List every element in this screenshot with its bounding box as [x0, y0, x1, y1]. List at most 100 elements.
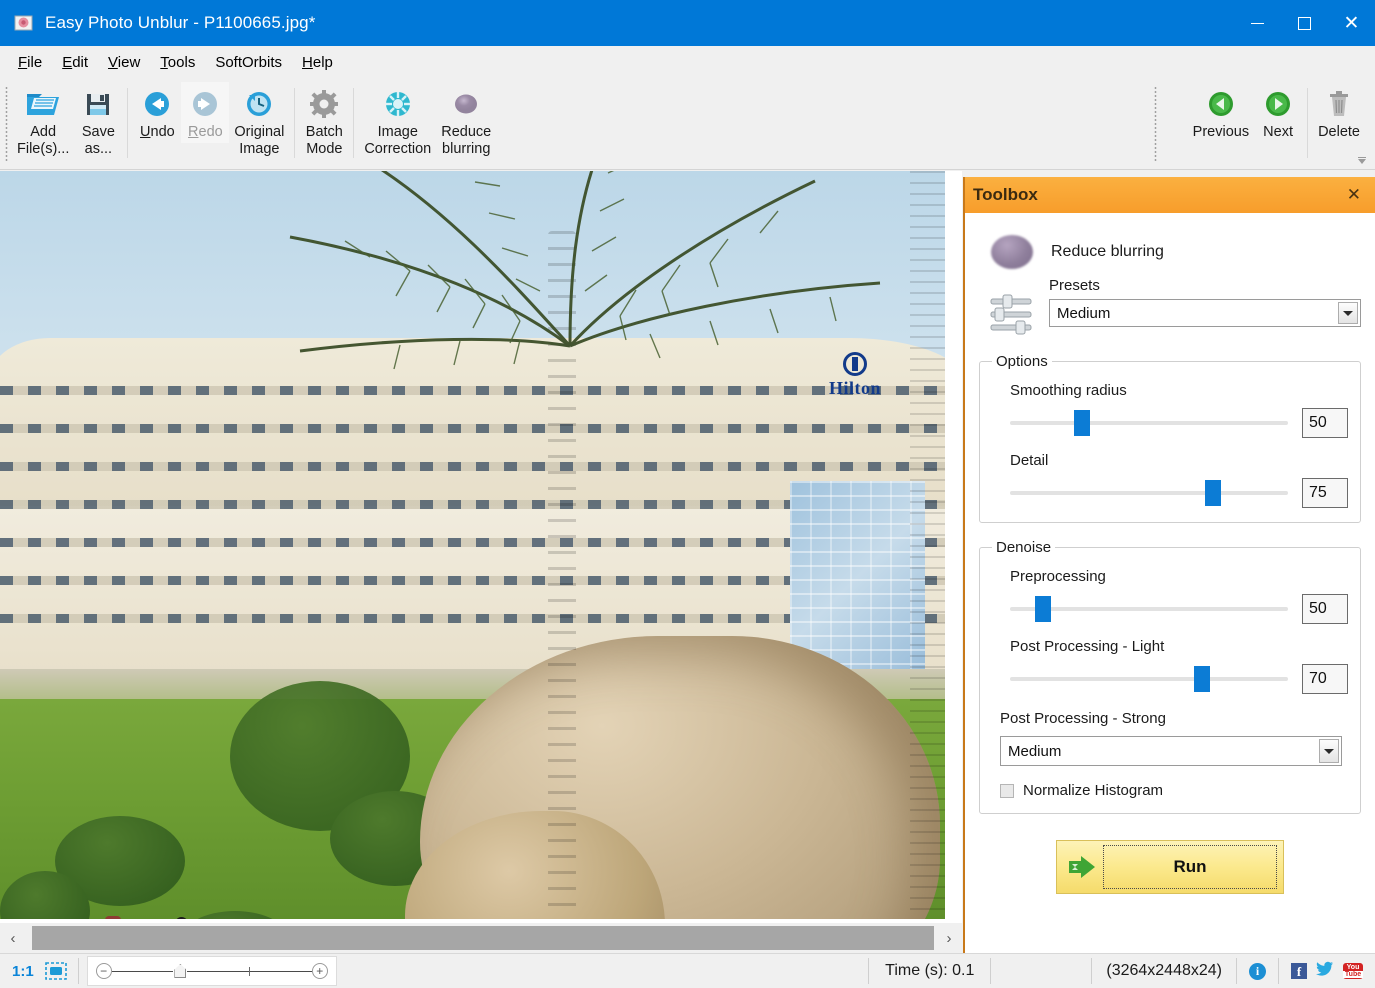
slider-thumb[interactable]: [1193, 666, 1210, 692]
previous-button[interactable]: Previous: [1188, 82, 1254, 143]
normalize-histogram-checkbox[interactable]: [1000, 783, 1014, 798]
toolbox-header: Toolbox ✕: [965, 177, 1375, 213]
slider-thumb[interactable]: [1204, 480, 1221, 506]
scroll-right-arrow[interactable]: ›: [936, 923, 962, 953]
post-light-slider[interactable]: [1010, 666, 1288, 692]
menu-softorbits[interactable]: SoftOrbits: [205, 50, 292, 75]
youtube-icon[interactable]: You Tube: [1342, 963, 1364, 979]
image-canvas[interactable]: Hilton: [0, 171, 962, 923]
status-empty-cell: [991, 954, 1091, 988]
photo-image: Hilton: [0, 171, 945, 919]
zoom-out-button[interactable]: −: [95, 963, 112, 979]
facebook-icon[interactable]: f: [1291, 963, 1307, 979]
smoothing-radius-slider[interactable]: [1010, 410, 1288, 436]
scroll-left-arrow[interactable]: ‹: [0, 923, 26, 953]
preprocessing-label: Preprocessing: [1010, 568, 1106, 585]
sliders-icon: [987, 291, 1037, 339]
smoothing-radius-block: Smoothing radius 50: [1010, 382, 1348, 438]
chevron-down-icon[interactable]: [1338, 302, 1358, 324]
scroll-thumb[interactable]: [32, 926, 934, 950]
post-strong-select[interactable]: Medium: [1000, 736, 1342, 766]
info-button[interactable]: i: [1237, 954, 1278, 988]
photo-wooden-pole: [910, 171, 945, 919]
scroll-track[interactable]: [26, 923, 936, 953]
save-as-button[interactable]: Save as...: [74, 82, 122, 160]
delete-button[interactable]: Delete: [1313, 82, 1365, 143]
run-button[interactable]: Run: [1056, 840, 1284, 894]
menu-help-rest: elp: [312, 53, 333, 71]
previous-label: Previous: [1192, 124, 1250, 140]
main-toolbar: Add File(s)... Save as... Undo Redo Orig…: [0, 78, 1375, 170]
maximize-button[interactable]: [1281, 0, 1328, 46]
slider-thumb[interactable]: [1035, 596, 1052, 622]
post-strong-value: Medium: [1008, 742, 1062, 760]
undo-label: Undo: [140, 124, 175, 140]
undo-button[interactable]: Undo: [133, 82, 181, 143]
detail-value[interactable]: 75: [1302, 478, 1348, 508]
preprocessing-slider[interactable]: [1010, 596, 1288, 622]
twitter-icon[interactable]: [1316, 961, 1334, 982]
canvas-horizontal-scrollbar[interactable]: ‹ ›: [0, 923, 962, 953]
original-image-button[interactable]: Original Image: [229, 82, 289, 160]
menu-tools[interactable]: Tools: [150, 50, 205, 75]
zoom-slider-control[interactable]: − +: [86, 956, 337, 986]
reduce-blurring-button[interactable]: Reduce blurring: [436, 82, 496, 160]
toolbox-title: Toolbox: [973, 185, 1038, 204]
window-controls: ✕: [1234, 0, 1375, 46]
close-button[interactable]: ✕: [1328, 0, 1375, 46]
youtube-bottom-text: Tube: [1342, 971, 1364, 978]
presets-select[interactable]: Medium: [1049, 299, 1361, 327]
redo-arrow-icon: [189, 86, 221, 122]
slider-track: [1010, 421, 1288, 425]
toolbar-overflow-icon[interactable]: [1355, 154, 1369, 166]
image-dimensions-label: (3264x2448x24): [1106, 962, 1222, 979]
smoothing-radius-row: 50: [1010, 408, 1348, 438]
presets-column: Presets Medium: [1049, 277, 1361, 327]
zoom-track-mid-a: [187, 970, 250, 972]
window-title: Easy Photo Unblur - P1100665.jpg*: [45, 13, 316, 32]
redo-label: Redo: [188, 124, 223, 140]
toolbox-body: Reduce blurring Presets Medium Options S…: [965, 213, 1375, 953]
run-label: Run: [1173, 857, 1207, 876]
toolbox-panel: Toolbox ✕ Reduce blurring Presets Medium…: [963, 177, 1375, 953]
batch-mode-button[interactable]: Batch Mode: [300, 82, 348, 160]
menu-help[interactable]: Help: [292, 50, 343, 75]
preprocessing-value[interactable]: 50: [1302, 594, 1348, 624]
next-button[interactable]: Next: [1254, 82, 1302, 143]
add-files-button[interactable]: Add File(s)...: [12, 82, 74, 160]
redo-button[interactable]: Redo: [181, 82, 230, 143]
menu-edit-rest: dit: [72, 53, 89, 71]
menu-view[interactable]: View: [98, 50, 150, 75]
zoom-in-button[interactable]: +: [311, 963, 328, 979]
app-photo-icon: [14, 13, 34, 33]
post-light-block: Post Processing - Light 70: [1010, 638, 1348, 694]
toolbar-grip-right[interactable]: [1154, 86, 1157, 162]
menu-view-rest: iew: [117, 53, 141, 71]
menu-edit[interactable]: Edit: [52, 50, 98, 75]
options-group: Options Smoothing radius 50 Detail 75: [979, 353, 1361, 523]
post-light-value[interactable]: 70: [1302, 664, 1348, 694]
presets-row: Presets Medium: [987, 277, 1361, 339]
reduce-blurring-label: Reduce blurring: [441, 124, 492, 157]
menu-file[interactable]: File: [8, 50, 52, 75]
toolbar-grip[interactable]: [5, 86, 8, 162]
zoom-slider-thumb[interactable]: [174, 964, 187, 978]
minimize-button[interactable]: [1234, 0, 1281, 46]
toolbox-close-icon[interactable]: ✕: [1343, 185, 1365, 205]
processing-time-label: Time (s): 0.1: [885, 962, 975, 979]
fit-to-window-icon[interactable]: [42, 954, 78, 988]
chevron-down-icon[interactable]: [1319, 739, 1339, 763]
zoom-ratio-label[interactable]: 1:1: [0, 954, 42, 988]
image-correction-button[interactable]: Image Correction: [359, 82, 436, 160]
preprocessing-row: 50: [1010, 594, 1348, 624]
slider-thumb[interactable]: [1074, 410, 1091, 436]
open-folder-icon: [25, 86, 61, 122]
normalize-histogram-row[interactable]: Normalize Histogram: [1000, 782, 1348, 799]
smoothing-radius-value[interactable]: 50: [1302, 408, 1348, 438]
info-icon: i: [1249, 962, 1266, 980]
title-bar: Easy Photo Unblur - P1100665.jpg* ✕: [0, 0, 1375, 46]
detail-slider[interactable]: [1010, 480, 1288, 506]
photo-palm-fronds: [289, 171, 881, 371]
active-tool-row: Reduce blurring: [991, 235, 1361, 269]
batch-mode-label: Batch Mode: [305, 124, 343, 157]
